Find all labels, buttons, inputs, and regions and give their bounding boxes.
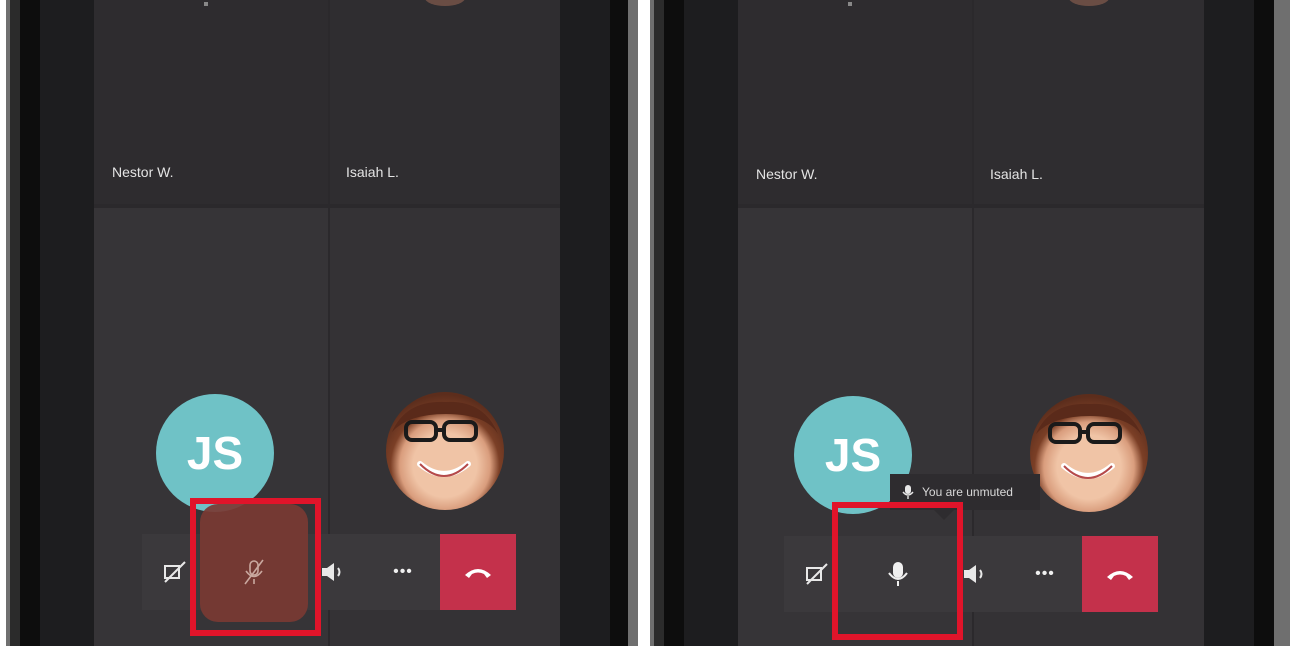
participant-name: Nestor W. [112,164,174,180]
top-avatar-fragment [425,0,465,6]
device-bezel [684,0,738,646]
device-bezel [664,0,684,646]
phone-frame-muted: Nestor W. Isaiah L. JS ••• [6,0,638,646]
device-bezel [1204,0,1254,646]
top-mark [848,2,852,6]
toast-message: You are unmuted [922,485,1013,499]
device-edge [1274,0,1290,646]
top-mark [204,2,208,6]
hang-up-button[interactable] [1082,536,1158,612]
participant-tile-isaiah[interactable]: Isaiah L. [974,0,1204,204]
avatar-initials: JS [156,394,274,512]
participant-name: Isaiah L. [346,164,399,180]
top-avatar-fragment [1069,0,1109,6]
participant-tile-isaiah[interactable]: Isaiah L. [330,0,560,204]
call-screen: Nestor W. Isaiah L. JS You are unmuted •… [738,0,1204,646]
device-bezel [40,0,94,646]
highlight-box-mute [832,502,963,640]
mic-icon [902,485,914,499]
person-photo-icon [1036,403,1142,479]
hang-up-button[interactable] [440,534,516,610]
avatar-photo [386,392,504,510]
device-bezel [610,0,628,646]
camera-off-icon [164,561,186,583]
person-photo-icon [392,401,498,477]
device-bezel [1254,0,1274,646]
speaker-icon [964,565,983,583]
device-bezel [560,0,610,646]
device-bezel [20,0,40,646]
avatar-photo [1030,394,1148,512]
phone-frame-unmuted: Nestor W. Isaiah L. JS You are unmuted •… [650,0,1290,646]
device-edge [10,0,20,646]
participant-tile-nestor[interactable]: Nestor W. [94,0,328,204]
camera-off-icon [806,563,828,585]
device-edge [654,0,664,646]
participant-name: Isaiah L. [990,166,1043,182]
highlight-box-mute [190,498,321,636]
speaker-icon [322,563,341,581]
participant-name: Nestor W. [756,166,818,182]
hang-up-icon [465,569,491,578]
more-options-button[interactable]: ••• [1010,536,1080,612]
call-screen: Nestor W. Isaiah L. JS ••• [94,0,560,646]
hang-up-icon [1107,571,1133,580]
participant-tile-nestor[interactable]: Nestor W. [738,0,972,204]
device-edge [628,0,638,646]
more-options-button[interactable]: ••• [368,534,438,610]
